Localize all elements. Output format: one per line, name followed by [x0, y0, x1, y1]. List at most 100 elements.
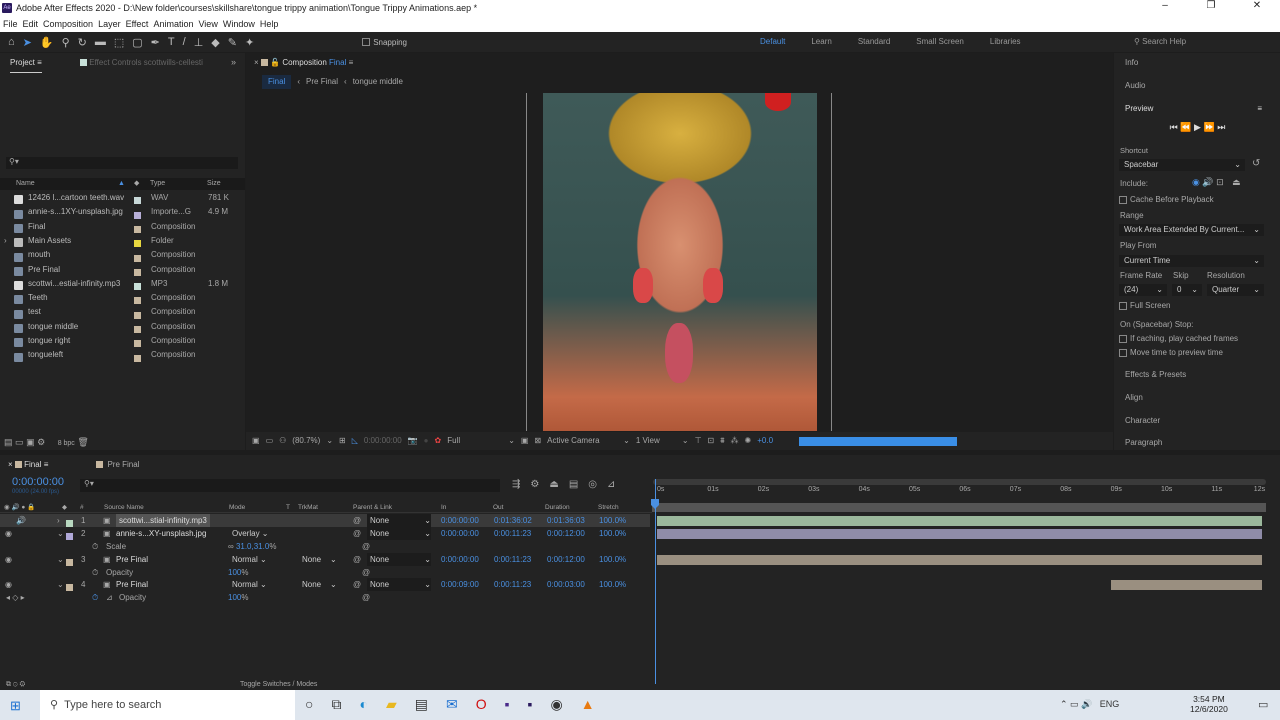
- panel-paragraph[interactable]: Paragraph: [1115, 438, 1280, 447]
- minimize-button[interactable]: –: [1142, 0, 1188, 16]
- previous-frame-icon[interactable]: ⏪: [1180, 122, 1191, 132]
- column-parent[interactable]: Parent & Link: [353, 502, 392, 513]
- delete-icon[interactable]: 🗑: [77, 437, 88, 447]
- close-button[interactable]: ✕: [1234, 0, 1280, 16]
- visibility-toggle-icon[interactable]: ◉: [5, 578, 12, 591]
- label-color[interactable]: [134, 268, 141, 276]
- sort-icon[interactable]: ▲: [118, 178, 125, 190]
- pick-whip-icon[interactable]: @: [353, 578, 361, 591]
- expand-icon[interactable]: ⌄: [57, 553, 64, 566]
- video-icon[interactable]: ◉: [1192, 177, 1200, 187]
- menu-file[interactable]: File: [3, 16, 18, 32]
- stopwatch-icon[interactable]: ⏱: [92, 540, 98, 553]
- property-value[interactable]: 100: [228, 593, 241, 602]
- layer-stretch[interactable]: 100.0%: [599, 527, 626, 540]
- project-item[interactable]: Teeth Composition: [0, 291, 245, 305]
- new-composition-icon[interactable]: ▣: [26, 437, 35, 447]
- layer-in[interactable]: 0:00:00:00: [441, 553, 479, 566]
- transparency-grid-icon[interactable]: ⊠: [534, 432, 541, 450]
- keyframe-navigator-icon[interactable]: ◂ ◇ ▸: [6, 591, 25, 604]
- column-name[interactable]: Name: [16, 178, 35, 190]
- pick-whip-icon[interactable]: @: [353, 514, 361, 527]
- menu-window[interactable]: Window: [223, 16, 255, 32]
- reset-icon[interactable]: ↺: [1252, 158, 1260, 169]
- resolution-dropdown[interactable]: Full: [447, 432, 502, 450]
- label-color[interactable]: [134, 297, 141, 305]
- clock[interactable]: 3:54 PM 12/6/2020: [1190, 694, 1228, 714]
- playhead[interactable]: [655, 479, 656, 684]
- project-item[interactable]: › Main Assets Folder: [0, 234, 245, 248]
- last-frame-icon[interactable]: ⏭: [1217, 122, 1225, 132]
- layer-duration[interactable]: 0:01:36:03: [547, 514, 585, 527]
- interpret-footage-icon[interactable]: ▤: [4, 437, 13, 447]
- layer-name[interactable]: scottwi...stial-infinity.mp3: [116, 514, 210, 527]
- mode-dropdown[interactable]: Normal ⌄: [232, 553, 267, 566]
- workspace-standard[interactable]: Standard: [858, 32, 890, 52]
- flowchart-icon[interactable]: ⁂: [731, 432, 739, 450]
- fast-preview-icon[interactable]: ⊤: [695, 432, 702, 450]
- project-search-input[interactable]: ⚲▾: [6, 157, 238, 169]
- label-color[interactable]: [134, 354, 141, 362]
- tab-timeline-pre-final[interactable]: Pre Final: [96, 455, 139, 475]
- new-folder-icon[interactable]: ▭: [15, 437, 24, 447]
- parent-dropdown[interactable]: None ⌄: [367, 527, 431, 540]
- shy-layers-icon[interactable]: ⏏: [549, 479, 558, 490]
- pan-behind-icon[interactable]: ⬚: [114, 36, 124, 49]
- label-color[interactable]: [134, 240, 141, 248]
- expression-pick-whip-icon[interactable]: @: [362, 566, 370, 579]
- label-color[interactable]: [134, 283, 141, 291]
- bit-depth[interactable]: 8 bpc: [58, 440, 75, 447]
- trkmat-dropdown[interactable]: None ⌄: [302, 578, 337, 591]
- exposure-value[interactable]: +0.0: [757, 432, 773, 450]
- after-effects-icon[interactable]: ▪: [528, 696, 533, 713]
- grid-icon[interactable]: ⊞: [339, 432, 346, 450]
- column-type[interactable]: Type: [150, 178, 165, 190]
- graph-editor-icon[interactable]: ⊿: [607, 479, 615, 490]
- expand-icon[interactable]: ⌄: [57, 527, 64, 540]
- column-mode[interactable]: Mode: [229, 502, 245, 513]
- move-time-checkbox[interactable]: Move time to preview time: [1119, 348, 1280, 357]
- mail-icon[interactable]: ✉: [446, 696, 458, 713]
- project-item[interactable]: Final Composition: [0, 220, 245, 234]
- layer-row[interactable]: ◉ ⌄ 3 ▣ Pre Final Normal ⌄ None ⌄ @ None…: [0, 553, 650, 567]
- type-tool-icon[interactable]: T: [168, 36, 175, 48]
- project-item[interactable]: tongue right Composition: [0, 334, 245, 348]
- tab-project[interactable]: Project ≡: [10, 53, 42, 73]
- skip-dropdown[interactable]: 0 ⌄: [1172, 284, 1202, 296]
- play-icon[interactable]: ▶: [1194, 122, 1201, 132]
- expand-icon[interactable]: ⌄: [57, 578, 64, 591]
- layer-stretch[interactable]: 100.0%: [599, 514, 626, 527]
- label-color[interactable]: [134, 326, 141, 334]
- column-duration[interactable]: Duration: [545, 502, 570, 513]
- selection-tool-icon[interactable]: ➤: [23, 36, 32, 49]
- column-size[interactable]: Size: [207, 178, 221, 190]
- layer-duration-bar[interactable]: [657, 555, 1262, 565]
- panel-align[interactable]: Align: [1115, 393, 1280, 402]
- layer-stretch[interactable]: 100.0%: [599, 553, 626, 566]
- visibility-toggle-icon[interactable]: ◉: [5, 527, 12, 540]
- export-icon[interactable]: ⏏: [1232, 177, 1241, 187]
- vlc-icon[interactable]: ▲: [581, 696, 595, 713]
- workspace-libraries[interactable]: Libraries: [990, 32, 1021, 52]
- panel-audio[interactable]: Audio: [1115, 81, 1280, 90]
- mode-dropdown[interactable]: Overlay ⌄: [232, 527, 269, 540]
- layer-stretch[interactable]: 100.0%: [599, 578, 626, 591]
- tab-composition[interactable]: × 🔓 Composition Final ≡: [254, 53, 353, 73]
- composition-mini-flowchart-icon[interactable]: ⇶: [512, 479, 520, 490]
- toggle-switches-modes[interactable]: Toggle Switches / Modes: [240, 679, 317, 690]
- project-item[interactable]: Pre Final Composition: [0, 263, 245, 277]
- show-snapshot-icon[interactable]: ●: [424, 432, 429, 450]
- eraser-icon[interactable]: ◆: [211, 36, 219, 49]
- column-trkmat[interactable]: TrkMat: [298, 502, 318, 513]
- project-item[interactable]: mouth Composition: [0, 248, 245, 262]
- panel-effects-presets[interactable]: Effects & Presets: [1115, 370, 1280, 379]
- mask-visibility-icon[interactable]: ⚇: [279, 432, 286, 450]
- comp-flowchart-icon[interactable]: ⩩: [720, 432, 724, 450]
- zoom-tool-icon[interactable]: ⚲: [62, 36, 70, 49]
- expand-icon[interactable]: ›: [57, 514, 60, 527]
- property-value[interactable]: 100: [228, 568, 241, 577]
- menu-edit[interactable]: Edit: [23, 16, 39, 32]
- visibility-toggle-icon[interactable]: ◉: [5, 553, 12, 566]
- camera-tool-icon[interactable]: ▬: [95, 36, 106, 48]
- project-item[interactable]: scottwi...estial-infinity.mp3 MP3 1.8 M: [0, 277, 245, 291]
